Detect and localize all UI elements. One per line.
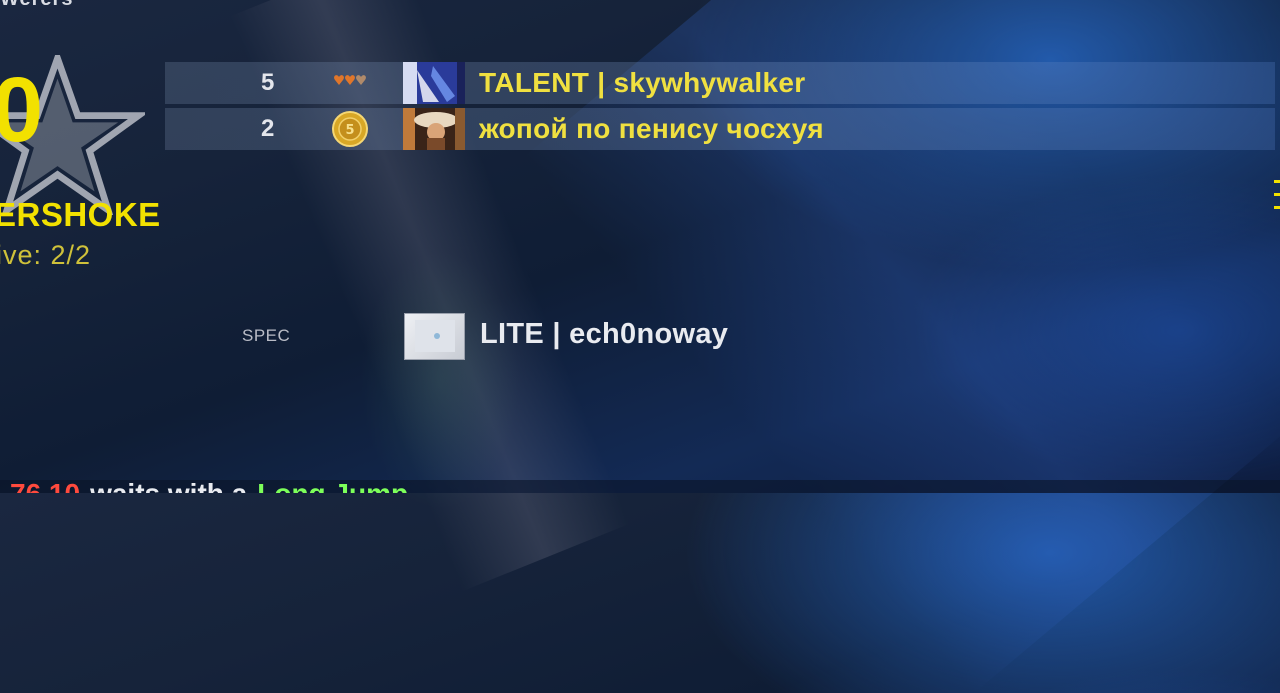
edge-indicator [1274,180,1280,240]
spectator-avatar[interactable] [404,313,465,360]
player-score: 2 [261,115,275,142]
scoreboard: 5 TALENT | skywhywalker 2 5 жопой по пен… [165,62,1275,154]
coin-medal-icon: 5 [332,111,368,147]
player-score: 5 [261,69,275,96]
player-avatar[interactable] [403,108,465,150]
player-avatar[interactable] [403,62,465,104]
team-score: 0 [0,59,44,161]
player-name: TALENT | skywhywalker [479,67,806,98]
alive-count: ive: 2/2 [0,240,92,270]
chat-message: 76 10 waits with a Long Jump [10,480,408,493]
avatar-image [403,108,465,150]
spectator-label: SPEC [242,326,291,345]
player-row[interactable]: 5 TALENT | skywhywalker [165,62,1275,104]
chat-highlight: Long Jump [257,480,408,493]
team-name: ERSHOKE [0,196,161,233]
player-name: жопой по пенису чосхуя [479,113,824,144]
spectator-name: LITE | ech0noway [480,318,729,350]
player-row[interactable]: 2 5 жопой по пенису чосхуя [165,108,1275,150]
svg-text:5: 5 [345,123,354,138]
avatar-image [403,62,465,104]
background-glow [360,250,520,510]
hearts-medal-icon [334,75,366,85]
avatar-image [415,320,455,352]
chat-text: waits with a [90,480,247,493]
chat-bar: 76 10 waits with a Long Jump [0,480,1280,493]
chat-timer: 76 10 [10,480,80,493]
